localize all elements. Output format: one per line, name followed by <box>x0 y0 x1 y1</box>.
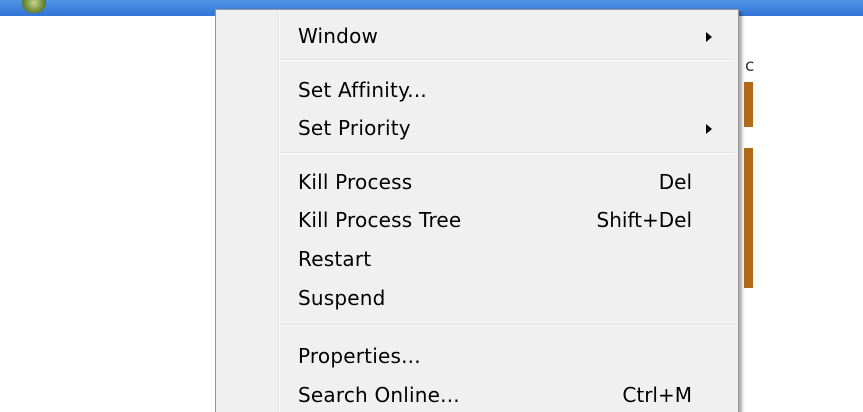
menu-item-label: Kill Process <box>298 170 413 194</box>
menu-item-label: Suspend <box>298 286 386 310</box>
background-bar-top <box>744 82 753 127</box>
menu-item-label: Search Online... <box>298 383 460 407</box>
menu-item-window[interactable]: Window <box>218 18 734 52</box>
menu-item-shortcut: Del <box>658 170 692 194</box>
menu-separator <box>280 324 734 326</box>
menu-item-shortcut: Shift+Del <box>596 208 692 232</box>
background-text-fragment: c <box>745 56 755 76</box>
menu-separator <box>280 59 734 61</box>
process-app-icon <box>22 0 46 13</box>
menu-item-search-online[interactable]: Search Online... Ctrl+M <box>218 377 734 411</box>
menu-item-properties[interactable]: Properties... <box>218 338 734 372</box>
menu-item-label: Set Priority <box>298 116 411 140</box>
menu-item-label: Kill Process Tree <box>298 208 462 232</box>
menu-item-restart[interactable]: Restart <box>218 241 734 275</box>
menu-separator <box>280 152 734 154</box>
menu-item-label: Window <box>298 24 379 48</box>
menu-item-shortcut: Ctrl+M <box>622 383 692 407</box>
menu-item-kill-process-tree[interactable]: Kill Process Tree Shift+Del <box>218 202 734 236</box>
menu-item-label: Set Affinity... <box>298 78 427 102</box>
menu-item-kill-process[interactable]: Kill Process Del <box>218 164 734 198</box>
submenu-arrow-icon <box>706 124 712 134</box>
menu-item-set-priority[interactable]: Set Priority <box>218 110 734 144</box>
background-bar-bottom <box>744 148 753 288</box>
menu-item-suspend[interactable]: Suspend <box>218 280 734 314</box>
menu-item-set-affinity[interactable]: Set Affinity... <box>218 72 734 106</box>
background-window-fragment: c <box>744 16 863 412</box>
screen: c Window Set Affinity... Set Priority Ki… <box>0 0 863 412</box>
menu-item-label: Properties... <box>298 344 421 368</box>
process-context-menu: Window Set Affinity... Set Priority Kill… <box>215 9 739 412</box>
menu-item-label: Restart <box>298 247 372 271</box>
submenu-arrow-icon <box>706 32 712 42</box>
